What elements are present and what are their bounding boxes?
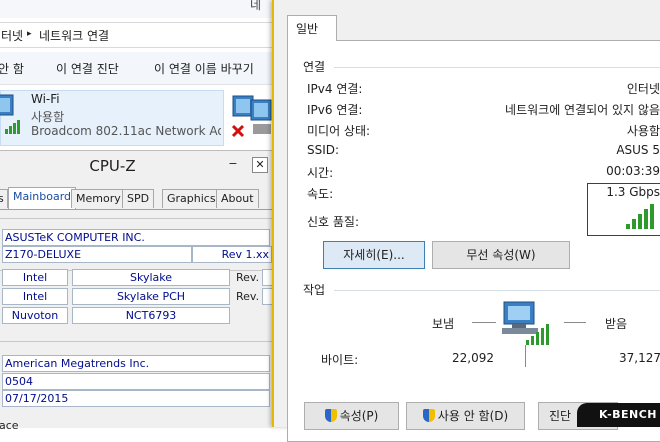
cpuz-window: CPU-Z − ✕ s Mainboard Memory SPD Graphic… <box>0 150 274 432</box>
details-button[interactable]: 자세히(E)... <box>323 241 425 269</box>
bytes-sent-value: 22,092 <box>452 351 494 365</box>
disable-button-label: 사용 안 함(D) <box>437 409 509 423</box>
manufacturer-value: ASUSTeK COMPUTER INC. <box>2 229 270 246</box>
toolbar-rename-button[interactable]: 이 연결 이름 바꾸기 <box>154 60 254 77</box>
activity-group-label: 작업 <box>303 283 326 297</box>
disable-button[interactable]: 사용 안 함(D) <box>406 402 525 430</box>
signal-strength-icon <box>626 204 654 229</box>
media-state-value: 사용함 <box>626 124 660 138</box>
media-state-label: 미디어 상태: <box>307 124 371 138</box>
signal-quality-label: 신호 품질: <box>307 215 360 229</box>
wifi-connection-item[interactable]: Wi-Fi 사용함 Broadcom 802.11ac Network Ad..… <box>0 90 224 146</box>
wifi-adapter-name: Broadcom 802.11ac Network Ad... <box>31 124 221 138</box>
signal-bar <box>632 219 636 229</box>
tab-about[interactable]: About <box>216 189 259 208</box>
diagnose-button-label: 진단 <box>549 409 572 423</box>
lpcio-vendor-value: Nuvoton <box>2 307 68 324</box>
signal-bar <box>638 214 642 229</box>
southbridge-vendor-value: Intel <box>2 288 68 305</box>
signal-bar <box>644 209 648 229</box>
lpcio-name-value: NCT6793 <box>72 307 230 324</box>
window-title-fragment: 네 <box>250 0 262 12</box>
southbridge-rev-label: Rev. <box>236 290 260 303</box>
ipv6-label: IPv6 연결: <box>307 103 363 117</box>
watermark-logo: K-BENCH <box>577 403 660 427</box>
duration-value: 00:03:39 <box>606 164 660 178</box>
tab-spd[interactable]: SPD <box>122 189 155 208</box>
bytes-received-value: 37,127 <box>619 351 660 365</box>
chipset-rev-label: Rev. <box>236 271 260 284</box>
ssid-value: ASUS 5 <box>616 143 660 157</box>
signal-bar <box>650 204 654 229</box>
tab-mainboard[interactable]: Mainboard <box>8 187 77 209</box>
tab-general[interactable]: 일반 <box>287 15 337 41</box>
chipset-vendor-value: Intel <box>2 269 68 286</box>
wifi-status-dialog: 일반 연결 IPv4 연결: 인터넷 IPv6 연결: 네트워크에 연결되어 있… <box>272 0 660 442</box>
divider <box>0 218 272 219</box>
bytes-divider <box>525 345 526 367</box>
sent-line <box>472 322 496 323</box>
close-button[interactable]: ✕ <box>252 157 268 173</box>
minimize-button[interactable]: − <box>226 157 240 171</box>
divider <box>0 341 272 342</box>
sent-label: 보냄 <box>432 317 455 331</box>
connection-group-label: 연결 <box>303 60 326 74</box>
wireless-properties-button[interactable]: 무선 속성(W) <box>432 241 570 269</box>
wifi-name: Wi-Fi <box>31 92 60 106</box>
shield-icon <box>324 409 337 422</box>
graphic-interface-label: ace <box>0 419 19 432</box>
tab-memory[interactable]: Memory <box>71 189 126 208</box>
model-value: Z170-DELUXE <box>2 246 192 263</box>
properties-button[interactable]: 속성(P) <box>304 402 399 430</box>
watermark-text: K-BENCH <box>599 408 658 421</box>
address-bar[interactable]: 터넷 ▸ 네트워크 연결 <box>0 22 278 48</box>
breadcrumb-internet[interactable]: 터넷 <box>1 27 23 44</box>
disconnected-adapter-icon[interactable] <box>229 92 273 140</box>
cpuz-title: CPU-Z <box>89 157 136 175</box>
tab-cpu-cut[interactable]: s <box>0 189 8 208</box>
bios-version-value: 0504 <box>2 373 270 390</box>
properties-button-label: 속성(P) <box>339 409 379 423</box>
toolbar-diagnose-button[interactable]: 이 연결 진단 <box>56 60 119 77</box>
ipv4-value: 인터넷 <box>626 82 660 96</box>
group-divider <box>334 290 660 291</box>
signal-bar <box>626 224 630 229</box>
southbridge-name-value: Skylake PCH <box>72 288 230 305</box>
breadcrumb-network-connections[interactable]: 네트워크 연결 <box>39 27 109 44</box>
wifi-status: 사용함 <box>31 110 65 124</box>
ipv6-value: 네트워크에 연결되어 있지 않음 <box>505 103 660 117</box>
ipv4-label: IPv4 연결: <box>307 82 363 96</box>
group-divider <box>334 67 660 68</box>
network-activity-icon <box>502 301 549 345</box>
cpuz-tab-bar: s Mainboard Memory SPD Graphics About <box>0 187 272 210</box>
bytes-label: 바이트: <box>321 353 359 367</box>
ssid-label: SSID: <box>307 143 340 157</box>
received-label: 받음 <box>605 317 628 331</box>
model-revision-value: Rev 1.xx <box>192 246 272 263</box>
bios-brand-value: American Megatrends Inc. <box>2 355 270 372</box>
received-line <box>564 322 586 323</box>
wifi-adapter-icon <box>0 94 20 134</box>
shield-icon <box>422 409 435 422</box>
bios-date-value: 07/17/2015 <box>2 390 270 407</box>
toolbar-disable-button[interactable]: 안 함 <box>0 60 24 77</box>
toolbar: 안 함 이 연결 진단 이 연결 이름 바꾸기 <box>0 52 280 85</box>
speed-label: 속도: <box>307 187 334 201</box>
duration-label: 시간: <box>307 166 334 180</box>
breadcrumb-separator-icon: ▸ <box>27 29 32 39</box>
chipset-name-value: Skylake <box>72 269 230 286</box>
tab-graphics[interactable]: Graphics <box>162 189 221 208</box>
